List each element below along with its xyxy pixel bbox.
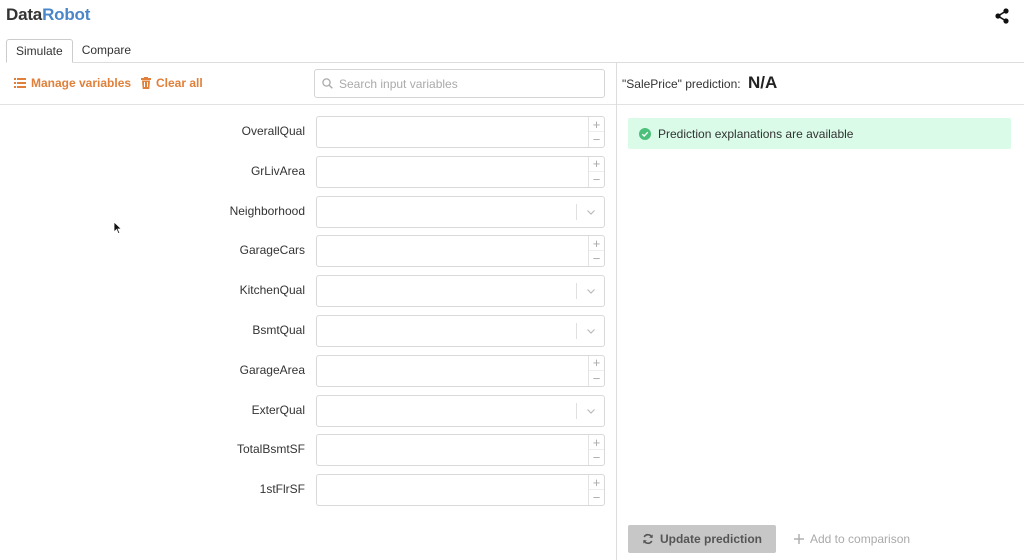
prediction-panel: "SalePrice" prediction: N/A Prediction e… bbox=[617, 63, 1024, 560]
decrement-icon[interactable]: − bbox=[589, 251, 604, 266]
tab-compare[interactable]: Compare bbox=[73, 39, 140, 63]
numeric-input[interactable] bbox=[317, 475, 587, 506]
increment-icon[interactable]: + bbox=[589, 356, 604, 371]
prediction-header: "SalePrice" prediction: N/A bbox=[617, 63, 1024, 105]
variable-label: 1stFlrSF bbox=[259, 482, 305, 497]
variable-row: BsmtQual bbox=[0, 315, 616, 347]
variables-toolbar: Manage variables Clear all bbox=[0, 63, 616, 105]
select-value[interactable] bbox=[317, 395, 587, 426]
increment-icon[interactable]: + bbox=[589, 157, 604, 172]
prediction-label: "SalePrice" prediction: bbox=[622, 77, 741, 91]
logo-text-robot: Robot bbox=[42, 5, 91, 24]
chevron-down-icon[interactable] bbox=[586, 406, 596, 416]
select-value[interactable] bbox=[317, 316, 587, 346]
variable-row: GarageCars + − bbox=[0, 235, 616, 268]
select-dropdown[interactable] bbox=[316, 315, 605, 347]
variable-row: ExterQual bbox=[0, 394, 616, 427]
add-to-comparison-label: Add to comparison bbox=[810, 532, 911, 546]
variable-row: TotalBsmtSF + − bbox=[0, 434, 616, 467]
increment-icon[interactable]: + bbox=[589, 435, 604, 451]
numeric-input[interactable] bbox=[317, 117, 587, 147]
select-separator bbox=[576, 283, 577, 300]
prediction-value: N/A bbox=[748, 73, 778, 92]
explanations-available-banner: Prediction explanations are available bbox=[628, 118, 1011, 149]
chevron-down-icon[interactable] bbox=[586, 207, 596, 217]
decrement-icon[interactable]: − bbox=[589, 371, 604, 386]
select-value[interactable] bbox=[317, 276, 587, 307]
top-bar: DataRobot bbox=[0, 0, 1024, 34]
variable-row: GarageArea + − bbox=[0, 354, 616, 387]
select-separator bbox=[576, 402, 577, 419]
variable-label: GarageCars bbox=[239, 243, 305, 258]
stepper: + − bbox=[588, 156, 604, 187]
variable-label: TotalBsmtSF bbox=[236, 442, 305, 457]
increment-icon[interactable]: + bbox=[589, 236, 604, 252]
tab-bar: Simulate Compare bbox=[6, 39, 140, 63]
share-icon[interactable] bbox=[994, 8, 1010, 24]
manage-variables-button[interactable]: Manage variables bbox=[14, 76, 131, 90]
list-icon bbox=[14, 78, 26, 88]
numeric-input-box: + − bbox=[316, 354, 605, 387]
stepper: + − bbox=[588, 475, 604, 506]
variable-label: BsmtQual bbox=[252, 323, 305, 337]
variable-label: KitchenQual bbox=[239, 283, 305, 298]
tab-simulate[interactable]: Simulate bbox=[6, 39, 73, 63]
decrement-icon[interactable]: − bbox=[589, 490, 604, 505]
banner-text: Prediction explanations are available bbox=[658, 126, 854, 141]
numeric-input-box: + − bbox=[316, 434, 605, 467]
manage-variables-label: Manage variables bbox=[31, 76, 132, 90]
numeric-input-box: + − bbox=[316, 116, 605, 148]
stepper: + − bbox=[588, 355, 604, 386]
select-dropdown[interactable] bbox=[316, 195, 605, 228]
variable-row: GrLivArea + − bbox=[0, 155, 616, 188]
search-box bbox=[314, 69, 605, 98]
variable-label: GarageArea bbox=[239, 362, 305, 377]
input-variables-panel: Manage variables Clear all OverallQual+−… bbox=[0, 63, 616, 560]
select-dropdown[interactable] bbox=[316, 394, 605, 427]
variable-label: ExterQual bbox=[251, 402, 305, 417]
numeric-input[interactable] bbox=[317, 355, 587, 386]
increment-icon[interactable]: + bbox=[589, 117, 604, 132]
logo-text-data: Data bbox=[6, 5, 43, 24]
plus-icon bbox=[794, 534, 804, 544]
numeric-input-box: + − bbox=[316, 474, 605, 507]
check-circle-icon bbox=[639, 127, 651, 140]
decrement-icon[interactable]: − bbox=[589, 450, 604, 465]
variable-row: Neighborhood bbox=[0, 195, 616, 228]
numeric-input[interactable] bbox=[317, 435, 587, 466]
increment-icon[interactable]: + bbox=[589, 475, 604, 491]
variable-label: GrLivArea bbox=[250, 163, 305, 178]
numeric-input[interactable] bbox=[317, 156, 587, 187]
variable-label: Neighborhood bbox=[229, 203, 305, 218]
add-to-comparison-button[interactable]: Add to comparison bbox=[794, 532, 910, 546]
numeric-input-box: + − bbox=[316, 235, 605, 268]
search-icon bbox=[322, 78, 333, 89]
numeric-input[interactable] bbox=[317, 236, 587, 267]
variable-row: OverallQual + − bbox=[0, 116, 616, 148]
variable-row: KitchenQual bbox=[0, 275, 616, 308]
mouse-cursor-icon bbox=[113, 221, 123, 235]
select-separator bbox=[576, 203, 577, 220]
datarobot-logo[interactable]: DataRobot bbox=[6, 5, 90, 25]
decrement-icon[interactable]: − bbox=[589, 172, 604, 187]
update-prediction-button[interactable]: Update prediction bbox=[628, 525, 776, 553]
trash-icon bbox=[141, 77, 151, 89]
select-value[interactable] bbox=[317, 196, 587, 227]
decrement-icon[interactable]: − bbox=[589, 132, 604, 147]
search-input[interactable] bbox=[339, 76, 589, 91]
stepper: + − bbox=[588, 236, 604, 267]
stepper: + − bbox=[588, 435, 604, 466]
chevron-down-icon[interactable] bbox=[586, 326, 596, 336]
clear-all-label: Clear all bbox=[156, 76, 203, 90]
numeric-input-box: + − bbox=[316, 155, 605, 188]
variable-label: OverallQual bbox=[241, 124, 305, 138]
select-dropdown[interactable] bbox=[316, 275, 605, 308]
update-prediction-label: Update prediction bbox=[659, 532, 762, 546]
select-separator bbox=[576, 323, 577, 339]
variable-row: 1stFlrSF + − bbox=[0, 474, 616, 507]
refresh-icon bbox=[643, 533, 653, 545]
clear-all-button[interactable]: Clear all bbox=[141, 76, 203, 90]
stepper: + − bbox=[588, 117, 604, 147]
chevron-down-icon[interactable] bbox=[586, 286, 596, 296]
